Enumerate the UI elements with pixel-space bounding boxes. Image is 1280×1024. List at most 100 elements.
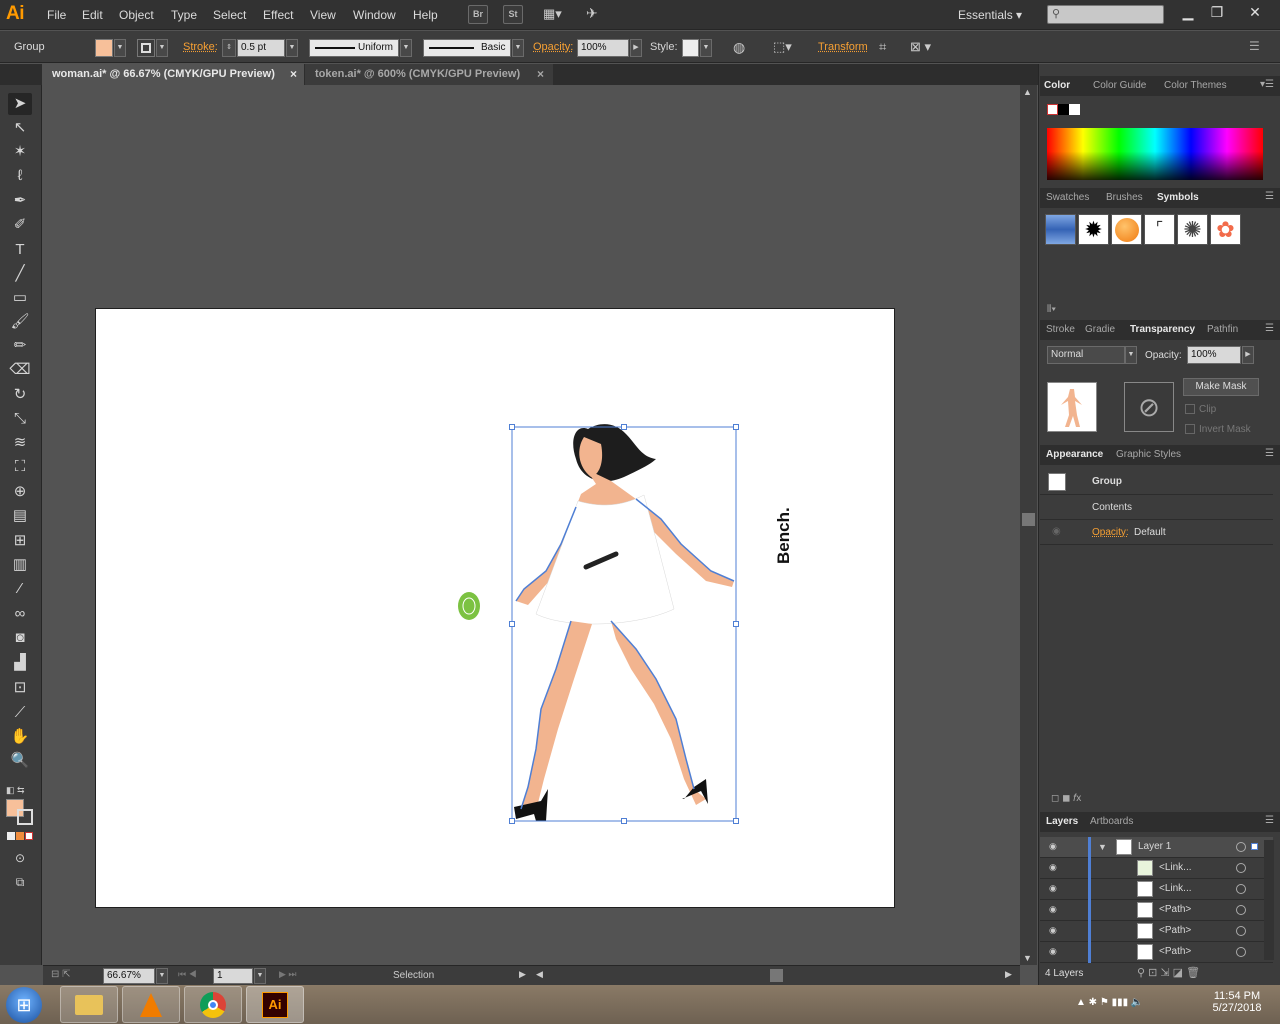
menu-help[interactable]: Help <box>413 8 438 22</box>
rectangle-tool-icon[interactable]: ▭ <box>8 287 32 309</box>
tab-woman[interactable]: woman.ai* @ 66.67% (CMYK/GPU Preview) × <box>42 64 304 85</box>
transparency-opacity-slider[interactable]: ▶ <box>1242 346 1254 364</box>
blend-mode-dropdown[interactable]: ▼ <box>1125 346 1137 364</box>
tab-close-icon[interactable]: × <box>290 64 297 85</box>
opacity-label[interactable]: Opacity: <box>533 41 573 53</box>
gpu-performance-icon[interactable]: ✈ <box>586 5 606 25</box>
appearance-target-row[interactable]: Group <box>1040 470 1273 495</box>
first-artboard-icon[interactable]: ⏮ ◀ <box>178 969 197 980</box>
tab-color-guide[interactable]: Color Guide <box>1093 80 1146 91</box>
type-tool-icon[interactable]: T <box>8 239 32 261</box>
menu-select[interactable]: Select <box>213 8 246 22</box>
menu-type[interactable]: Type <box>171 8 197 22</box>
align-icon[interactable]: ⬚▾ <box>773 39 792 55</box>
target-circle-icon[interactable] <box>1236 905 1246 915</box>
explorer-taskbar-button[interactable] <box>60 986 118 1023</box>
symbol-splat[interactable]: ✹ <box>1078 214 1109 245</box>
eyedropper-tool-icon[interactable]: ⁄ <box>8 578 32 600</box>
hand-tool-icon[interactable]: ✋ <box>8 726 32 748</box>
artboard-number-field[interactable]: 1 <box>213 968 253 984</box>
pen-tool-icon[interactable]: ✒ <box>8 190 32 212</box>
fill-dropdown[interactable]: ▼ <box>114 39 126 57</box>
zoom-dropdown[interactable]: ▼ <box>156 968 168 984</box>
selection-tool-icon[interactable]: ➤ <box>8 93 32 115</box>
mask-thumbnail-none-icon[interactable]: ⊘ <box>1124 382 1174 432</box>
symbol-libraries-icon[interactable]: ⫴▾ <box>1047 304 1056 315</box>
paintbrush-tool-icon[interactable]: 🖌 <box>8 311 32 333</box>
variable-width-profile[interactable]: Uniform <box>309 39 399 57</box>
eye-icon[interactable]: ◉ <box>1049 904 1057 915</box>
menu-edit[interactable]: Edit <box>82 8 103 22</box>
chrome-taskbar-button[interactable] <box>184 986 242 1023</box>
artwork-thumbnail[interactable] <box>1047 382 1097 432</box>
stroke-swatch[interactable] <box>137 39 155 57</box>
recolor-artwork-icon[interactable]: ◍ <box>733 39 745 56</box>
artboard-nav-icon[interactable]: ⊟ ⇱ <box>51 969 71 980</box>
minimize-icon[interactable]: ▁ <box>1173 1 1203 23</box>
layer-row-link-1[interactable]: ◉ <Link... <box>1040 858 1273 879</box>
scroll-left-icon[interactable]: ◀ <box>536 969 543 980</box>
arrange-icon[interactable]: ⊠ ▾ <box>910 39 931 55</box>
lasso-tool-icon[interactable]: ℓ <box>8 165 32 187</box>
vlc-taskbar-button[interactable] <box>122 986 180 1023</box>
make-mask-button[interactable]: Make Mask <box>1183 378 1259 396</box>
magic-wand-tool-icon[interactable]: ✶ <box>8 141 32 163</box>
appearance-contents-row[interactable]: Contents <box>1040 496 1273 520</box>
tab-swatches[interactable]: Swatches <box>1046 192 1089 203</box>
artboard-dropdown[interactable]: ▼ <box>254 968 266 984</box>
appearance-opacity-label[interactable]: Opacity: <box>1092 527 1129 538</box>
tab-layers[interactable]: Layers <box>1046 816 1078 827</box>
gradient-tool-icon[interactable]: ▥ <box>8 554 32 576</box>
tab-brushes[interactable]: Brushes <box>1106 192 1143 203</box>
graphic-style-swatch[interactable] <box>682 39 699 57</box>
mesh-tool-icon[interactable]: ⊞ <box>8 530 32 552</box>
transparency-opacity-field[interactable]: 100% <box>1187 346 1241 364</box>
control-panel-menu-icon[interactable]: ☰ <box>1249 39 1260 53</box>
target-circle-icon[interactable] <box>1236 926 1246 936</box>
fill-swatch[interactable] <box>95 39 113 57</box>
direct-selection-tool-icon[interactable]: ↖ <box>8 117 32 139</box>
selection-indicator-icon[interactable] <box>1251 843 1258 850</box>
zoom-field[interactable]: 66.67% <box>103 968 155 984</box>
eye-icon[interactable]: ◉ <box>1049 946 1057 957</box>
stroke-stepper[interactable]: ⇕ <box>222 39 236 57</box>
invert-mask-checkbox[interactable] <box>1185 424 1195 434</box>
expand-chevron-icon[interactable]: ▼ <box>1098 842 1107 852</box>
scroll-up-icon[interactable]: ▲ <box>1023 87 1032 97</box>
scale-tool-icon[interactable]: ⤡ <box>8 408 32 430</box>
zoom-tool-icon[interactable]: 🔍 <box>8 750 32 772</box>
appearance-opacity-row[interactable]: ◉ Opacity: Default <box>1040 521 1273 545</box>
bridge-button[interactable]: Br <box>468 5 488 24</box>
scroll-thumb[interactable] <box>1022 513 1035 526</box>
draw-mode-icon[interactable]: ⊙ <box>8 847 32 869</box>
free-transform-tool-icon[interactable]: ⛶ <box>8 456 32 478</box>
symbol-flower[interactable]: ✿ <box>1210 214 1241 245</box>
layer-row-layer-1[interactable]: ◉ ▼ Layer 1 <box>1040 837 1273 858</box>
eye-icon[interactable]: ◉ <box>1049 883 1057 894</box>
tab-graphic-styles[interactable]: Graphic Styles <box>1116 449 1181 460</box>
panel-menu-icon[interactable]: ▾☰ <box>1260 79 1274 90</box>
pencil-tool-icon[interactable]: ✏ <box>8 335 32 357</box>
tab-token[interactable]: token.ai* @ 600% (CMYK/GPU Preview) × <box>305 64 553 85</box>
symbol-orange-ball[interactable] <box>1111 214 1142 245</box>
menu-effect[interactable]: Effect <box>263 8 293 22</box>
symbol-sprayer-tool-icon[interactable]: ◙ <box>8 627 32 649</box>
blend-tool-icon[interactable]: ∞ <box>8 603 32 625</box>
column-graph-tool-icon[interactable]: ▟ <box>8 652 32 674</box>
stroke-weight-field[interactable]: 0.5 pt <box>237 39 285 57</box>
default-colors-icon[interactable]: ◧ ⇆ <box>6 785 25 796</box>
eye-icon[interactable]: ◉ <box>1049 841 1057 852</box>
restore-icon[interactable]: ❐ <box>1202 1 1232 23</box>
layer-row-path-1[interactable]: ◉ <Path> <box>1040 900 1273 921</box>
shape-builder-tool-icon[interactable]: ⊕ <box>8 481 32 503</box>
artboard-tool-icon[interactable]: ⊡ <box>8 677 32 699</box>
panel-menu-icon[interactable]: ☰ <box>1265 323 1274 334</box>
stroke-box[interactable] <box>17 809 33 825</box>
tab-stroke[interactable]: Stroke <box>1046 324 1075 335</box>
menu-window[interactable]: Window <box>353 8 396 22</box>
clip-checkbox[interactable] <box>1185 404 1195 414</box>
stroke-color-dropdown[interactable]: ▼ <box>156 39 168 57</box>
perspective-grid-tool-icon[interactable]: ▤ <box>8 505 32 527</box>
tab-color-themes[interactable]: Color Themes <box>1164 80 1227 91</box>
layer-row-path-2[interactable]: ◉ <Path> <box>1040 921 1273 942</box>
